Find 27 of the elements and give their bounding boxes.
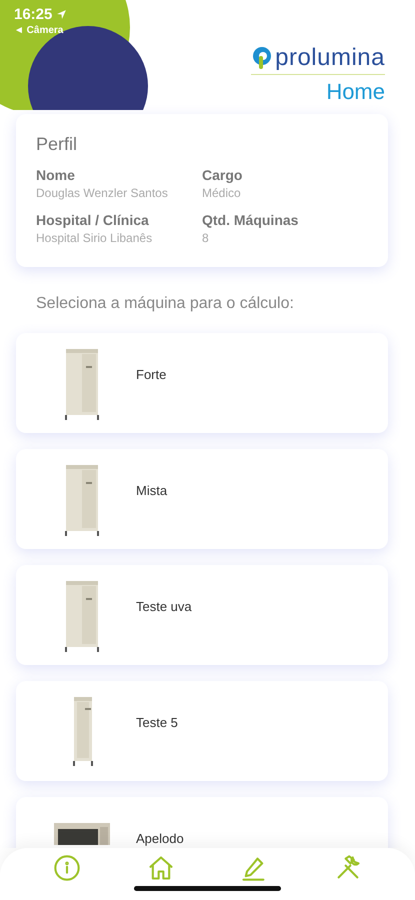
machine-name: Apelodo — [136, 831, 184, 846]
info-icon — [52, 854, 81, 882]
machine-name: Mista — [136, 483, 168, 498]
machine-card[interactable]: Mista — [16, 449, 388, 549]
machine-name: Teste 5 — [136, 715, 178, 730]
field-value: Douglas Wenzler Santos — [36, 186, 169, 200]
field-value: 8 — [202, 231, 210, 245]
logo-icon — [251, 46, 274, 70]
page-title: Home — [326, 79, 385, 105]
field-label: Hospital / Clínica — [36, 212, 150, 228]
section-heading: Seleciona a máquina para o cálculo: — [36, 295, 295, 313]
machine-card[interactable]: Apelodo — [16, 797, 388, 848]
location-icon — [56, 9, 68, 20]
card-title: Perfil — [36, 134, 78, 155]
machine-card[interactable]: Forte — [16, 333, 388, 433]
field-label: Nome — [36, 167, 76, 183]
home-icon — [146, 854, 175, 882]
machine-card[interactable]: Teste 5 — [16, 681, 388, 781]
status-time: 16:25 — [14, 6, 52, 23]
brand-name: prolumina — [275, 44, 385, 72]
machine-name: Teste uva — [136, 599, 192, 614]
field-label: Cargo — [202, 167, 244, 183]
machine-name: Forte — [136, 367, 166, 382]
field-label: Qtd. Máquinas — [202, 212, 300, 228]
field-value: Hospital Sirio Libanês — [36, 231, 154, 245]
field-value: Médico — [202, 186, 242, 200]
machine-card[interactable]: Teste uva — [16, 565, 388, 665]
